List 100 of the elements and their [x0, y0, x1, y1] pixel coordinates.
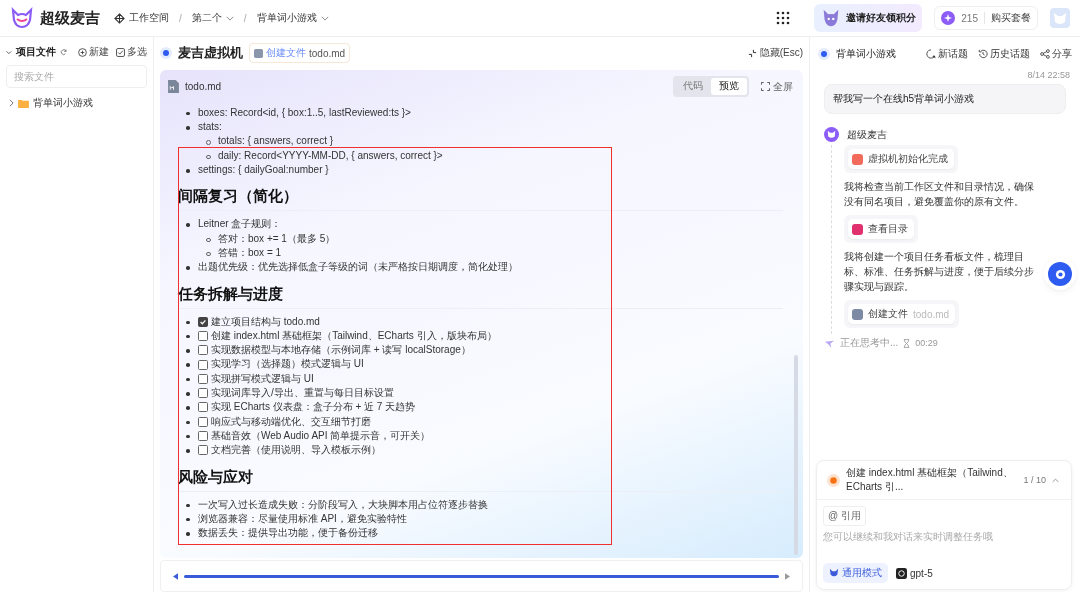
breadcrumb-link[interactable]: 背单词小游戏 — [256, 11, 329, 25]
list-item: stats: — [198, 121, 222, 133]
task-checkbox[interactable] — [198, 359, 208, 370]
history-icon — [978, 48, 988, 59]
view-tab[interactable]: 代码 — [675, 78, 711, 96]
new-file-button[interactable]: 新建 — [78, 45, 109, 59]
breadcrumb-link[interactable]: 第二个 — [191, 11, 234, 25]
task-text: 响应式与移动端优化、交互细节打磨 — [211, 414, 371, 429]
multi-select-button[interactable]: 多选 — [116, 45, 147, 59]
task-text: 创建 index.html 基础框架（Tailwind、ECharts 引入，版块布局） — [211, 328, 497, 343]
apps-grid-icon[interactable] — [776, 11, 791, 25]
scrollbar-thumb[interactable] — [184, 574, 779, 578]
current-task: 创建 index.html 基础框架（Tailwind、ECharts 引... — [846, 466, 1014, 494]
sparkle-icon — [941, 11, 956, 25]
history-button[interactable]: 历史话题 — [978, 46, 1030, 61]
folder-item[interactable]: 背单词小游戏 — [6, 94, 147, 112]
bot-avatar-icon — [824, 127, 839, 142]
chat-plus-icon — [926, 48, 936, 59]
task-checkbox[interactable] — [198, 445, 208, 456]
share-button[interactable]: 分享 — [1040, 46, 1072, 61]
fullscreen-icon — [761, 82, 770, 92]
task-text: 实现学习（选择题）模式逻辑与 UI — [211, 357, 364, 372]
task-checkbox[interactable] — [198, 431, 208, 442]
hourglass-icon — [903, 338, 911, 348]
breadcrumb-separator: / — [243, 12, 247, 24]
list-item: 一次写入过长造成失败：分阶段写入，大块脚本用占位符逐步替换 — [198, 498, 488, 510]
task-checkbox[interactable] — [198, 316, 208, 327]
section-heading: 任务拆解与进度 — [178, 284, 783, 309]
list-item: 浏览器兼容：尽量使用标准 API，避免实验特性 — [198, 512, 407, 524]
list-item: Leitner 盒子规则： — [198, 218, 282, 230]
tool-label: 虚拟机初始化完成 — [868, 152, 948, 166]
plus-circle-icon — [78, 47, 87, 57]
list-item: 出题优先级：优先选择低盒子等级的词（未严格按日期调度，简化处理） — [198, 261, 518, 273]
breadcrumb-separator: / — [179, 12, 182, 24]
task-text: 基础音效（Web Audio API 简单提示音，可开关） — [211, 428, 431, 443]
breadcrumb-link[interactable]: 工作空间 — [114, 11, 169, 25]
model-icon — [896, 567, 907, 579]
view-tab[interactable]: 预览 — [711, 78, 747, 96]
bot-message: 我将检查当前工作区文件和目录情况，确保没有同名项目，避免覆盖你的原有文件。 — [844, 180, 1034, 209]
thinking-status: 正在思考中... — [840, 336, 899, 350]
tool-step-chip[interactable]: 查看目录 — [848, 219, 914, 239]
task-text: 实现拼写模式逻辑与 UI — [211, 371, 314, 386]
logo-icon — [10, 7, 34, 29]
tool-label: 查看目录 — [868, 222, 908, 236]
invite-button[interactable]: 邀请好友领积分 — [814, 4, 923, 32]
fullscreen-button[interactable]: 全屏 — [761, 79, 793, 94]
list-item: settings: { dailyGoal:number } — [198, 164, 329, 176]
status-dot — [821, 50, 827, 57]
cat-icon — [829, 568, 839, 578]
file-icon — [254, 48, 263, 58]
section-heading: 间隔复习（简化） — [178, 187, 783, 212]
tool-file: todo.md — [913, 308, 950, 320]
task-checkbox[interactable] — [198, 388, 208, 399]
task-checkbox[interactable] — [198, 345, 208, 356]
chip-file: todo.md — [309, 47, 346, 59]
task-text: 建立项目结构与 todo.md — [211, 314, 320, 329]
bot-message: 我将创建一个项目任务看板文件，梳理目标、标准、任务拆解与进度，便于后续分步骤实现与跟踪。 — [844, 250, 1034, 294]
task-checkbox[interactable] — [198, 331, 208, 341]
chevron-down-icon — [225, 15, 234, 21]
share-icon — [1040, 48, 1050, 59]
assistant-button[interactable] — [1048, 262, 1072, 286]
collapse-icon — [747, 48, 757, 58]
list-item: 数据丢失：提供导出功能，便于备份迁移 — [198, 527, 378, 539]
bot-name: 超级麦吉 — [847, 127, 887, 142]
task-checkbox[interactable] — [198, 373, 208, 384]
refresh-icon[interactable] — [59, 47, 67, 57]
list-item: boxes: Record<id, { box:1..5, lastReviewed:ts }> — [198, 106, 411, 118]
scroll-left-icon[interactable] — [173, 572, 178, 580]
task-checkbox[interactable] — [198, 402, 208, 413]
task-checkbox[interactable] — [198, 416, 208, 427]
brand-name: 超级麦吉 — [40, 8, 100, 28]
new-topic-button[interactable]: 新话题 — [926, 46, 968, 61]
status-dot — [163, 50, 169, 57]
tool-step-chip[interactable]: 创建文件 todo.md — [848, 304, 956, 324]
chevron-down-icon[interactable] — [6, 49, 12, 55]
workspace-icon — [114, 12, 125, 24]
panel-title: 项目文件 — [15, 45, 56, 59]
quote-button[interactable]: @ 引用 — [823, 506, 866, 526]
chat-bubble-icon — [1054, 268, 1066, 280]
buy-plan-link[interactable]: 购买套餐 — [991, 11, 1031, 25]
task-text: 实现 ECharts 仪表盘：盒子分布 + 近 7 天趋势 — [211, 400, 416, 415]
file-chip[interactable]: 创建文件 todo.md — [249, 43, 351, 64]
search-field[interactable]: 搜索文件 — [6, 65, 147, 88]
chip-action: 创建文件 — [266, 46, 306, 61]
scroll-right-icon[interactable] — [785, 572, 790, 580]
mode-button[interactable]: 通用模式 — [823, 563, 888, 583]
file-name: todo.md — [185, 81, 222, 93]
tool-step-chip[interactable]: 虚拟机初始化完成 — [848, 149, 954, 169]
list-item: totals: { answers, correct } — [218, 135, 334, 147]
list-item: 答错：box = 1 — [218, 246, 282, 258]
user-message: 帮我写一个在线h5背单词小游戏 — [824, 84, 1066, 114]
tool-label: 创建文件 — [868, 307, 908, 321]
hide-button[interactable]: 隐藏(Esc) — [747, 46, 803, 61]
section-heading: 风险与应对 — [178, 467, 783, 492]
checkbox-icon — [116, 47, 125, 57]
task-text: 文档完善（使用说明、导入模板示例） — [211, 443, 381, 458]
message-time: 8/14 22:58 — [1027, 70, 1070, 80]
list-item: daily: Record<YYYY-MM-DD, { answers, correct }> — [218, 149, 443, 161]
progress-dot-icon — [827, 473, 840, 487]
model-button[interactable]: gpt-5 — [896, 567, 933, 579]
